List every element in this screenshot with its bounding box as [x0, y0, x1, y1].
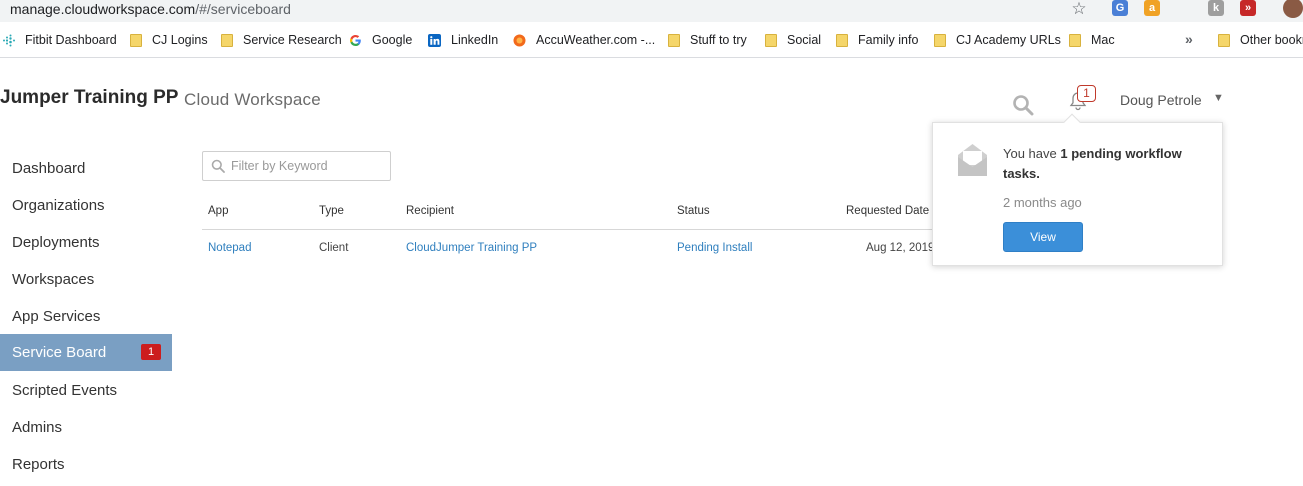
bookmark-label: AccuWeather.com -... [536, 33, 656, 47]
extension-icon[interactable]: k [1208, 0, 1224, 16]
bookmark-other-bookmarks[interactable]: Other bookm [1218, 32, 1303, 48]
sidebar-item-deployments[interactable]: Deployments [0, 224, 172, 261]
bookmark-star-icon[interactable]: ☆ [1070, 0, 1088, 18]
bookmark-cj-academy[interactable]: CJ Academy URLs [934, 32, 1061, 48]
folder-icon [765, 33, 777, 47]
bookmark-label: Other bookm [1240, 33, 1303, 47]
bookmark-label: Mac [1091, 33, 1115, 47]
notification-message: You have 1 pending workflow tasks. [1003, 144, 1203, 184]
sidebar-item-workspaces[interactable]: Workspaces [0, 261, 172, 298]
cell-recipient-link[interactable]: CloudJumper Training PP [406, 242, 537, 254]
profile-avatar[interactable] [1283, 0, 1303, 18]
column-header-status[interactable]: Status [677, 205, 710, 217]
google-icon [349, 34, 361, 46]
column-header-recipient[interactable]: Recipient [406, 205, 454, 217]
search-icon [211, 159, 225, 173]
service-board-count-badge: 1 [141, 344, 161, 360]
bookmark-social[interactable]: Social [765, 32, 821, 48]
folder-icon [1218, 33, 1230, 47]
notification-time: 2 months ago [1003, 195, 1082, 210]
bookmark-label: Social [787, 33, 822, 47]
bookmark-label: Google [372, 33, 413, 47]
table-header-divider [202, 229, 937, 230]
cell-app-link[interactable]: Notepad [208, 242, 251, 254]
column-header-requested-date[interactable]: Requested Date ▲ [846, 205, 940, 217]
sidebar-item-organizations[interactable]: Organizations [0, 187, 172, 224]
bookmark-google[interactable]: Google [349, 32, 412, 48]
notification-count-badge[interactable]: 1 [1077, 85, 1096, 102]
sidebar-item-app-services[interactable]: App Services [0, 298, 172, 335]
notification-text: You have [1003, 146, 1061, 161]
folder-icon [836, 33, 848, 47]
product-title: Cloud Workspace [184, 90, 321, 109]
media-extension-icon[interactable]: » [1240, 0, 1256, 16]
sidebar-item-reports[interactable]: Reports [0, 446, 172, 483]
envelope-icon [958, 144, 987, 176]
bookmark-accuweather[interactable]: AccuWeather.com -... [513, 32, 655, 48]
sidebar-item-scripted-events[interactable]: Scripted Events [0, 372, 172, 409]
folder-icon [668, 33, 680, 47]
folder-icon [934, 33, 946, 47]
bookmark-label: CJ Logins [152, 33, 208, 47]
folder-icon [1069, 33, 1081, 47]
accuweather-icon [513, 34, 526, 46]
bookmark-mac[interactable]: Mac [1069, 32, 1115, 48]
bookmark-label: Family info [858, 33, 919, 47]
bookmark-cj-logins[interactable]: CJ Logins [130, 32, 208, 48]
column-header-label: Requested Date [846, 205, 930, 217]
bookmark-fitbit[interactable]: Fitbit Dashboard [2, 32, 117, 48]
search-icon[interactable] [1012, 94, 1034, 116]
address-bar[interactable]: manage.cloudworkspace.com/#/serviceboard [0, 0, 1097, 20]
fitbit-icon [3, 34, 15, 46]
bookmark-label: CJ Academy URLs [956, 33, 1061, 47]
url-text[interactable]: manage.cloudworkspace.com/#/serviceboard [10, 0, 291, 18]
folder-icon [130, 33, 142, 47]
bookmark-label: LinkedIn [451, 33, 499, 47]
cell-status-link[interactable]: Pending Install [677, 242, 752, 254]
linkedin-icon [428, 33, 441, 47]
cell-requested-date: Aug 12, 2019 [866, 242, 935, 254]
sidebar-item-service-board[interactable]: Service Board 1 [0, 334, 172, 371]
org-name: Jumper Training PP [0, 87, 179, 108]
translate-extension-icon[interactable]: G [1112, 0, 1128, 16]
chevron-down-icon[interactable]: ▼ [1213, 92, 1224, 104]
cell-type: Client [319, 242, 349, 254]
bookmark-service-research[interactable]: Service Research [221, 32, 342, 48]
bookmark-stuff-to-try[interactable]: Stuff to try [668, 32, 747, 48]
sidebar-item-label: Service Board [12, 344, 107, 361]
sidebar-item-dashboard[interactable]: Dashboard [0, 150, 172, 187]
bookmark-linkedin[interactable]: LinkedIn [428, 32, 498, 48]
amazon-extension-icon[interactable]: a [1144, 0, 1160, 16]
view-button[interactable]: View [1003, 222, 1083, 252]
filter-input[interactable] [231, 156, 386, 176]
more-bookmarks-button[interactable]: » [1185, 31, 1193, 47]
browser-toolbar: manage.cloudworkspace.com/#/serviceboard… [0, 0, 1303, 22]
bookmark-label: Fitbit Dashboard [25, 33, 117, 47]
bookmark-label: Service Research [243, 33, 342, 47]
bookmark-family-info[interactable]: Family info [836, 32, 918, 48]
bookmarks-bar: Fitbit Dashboard CJ Logins Service Resea… [0, 22, 1303, 58]
url-path: /#/serviceboard [195, 1, 291, 17]
url-host: manage.cloudworkspace.com [10, 1, 196, 17]
user-menu[interactable]: Doug Petrole [1120, 92, 1202, 108]
column-header-app[interactable]: App [208, 205, 228, 217]
sidebar-item-admins[interactable]: Admins [0, 409, 172, 446]
folder-icon [221, 33, 233, 47]
column-header-type[interactable]: Type [319, 205, 344, 217]
bookmark-label: Stuff to try [690, 33, 747, 47]
keyword-filter [202, 151, 391, 181]
